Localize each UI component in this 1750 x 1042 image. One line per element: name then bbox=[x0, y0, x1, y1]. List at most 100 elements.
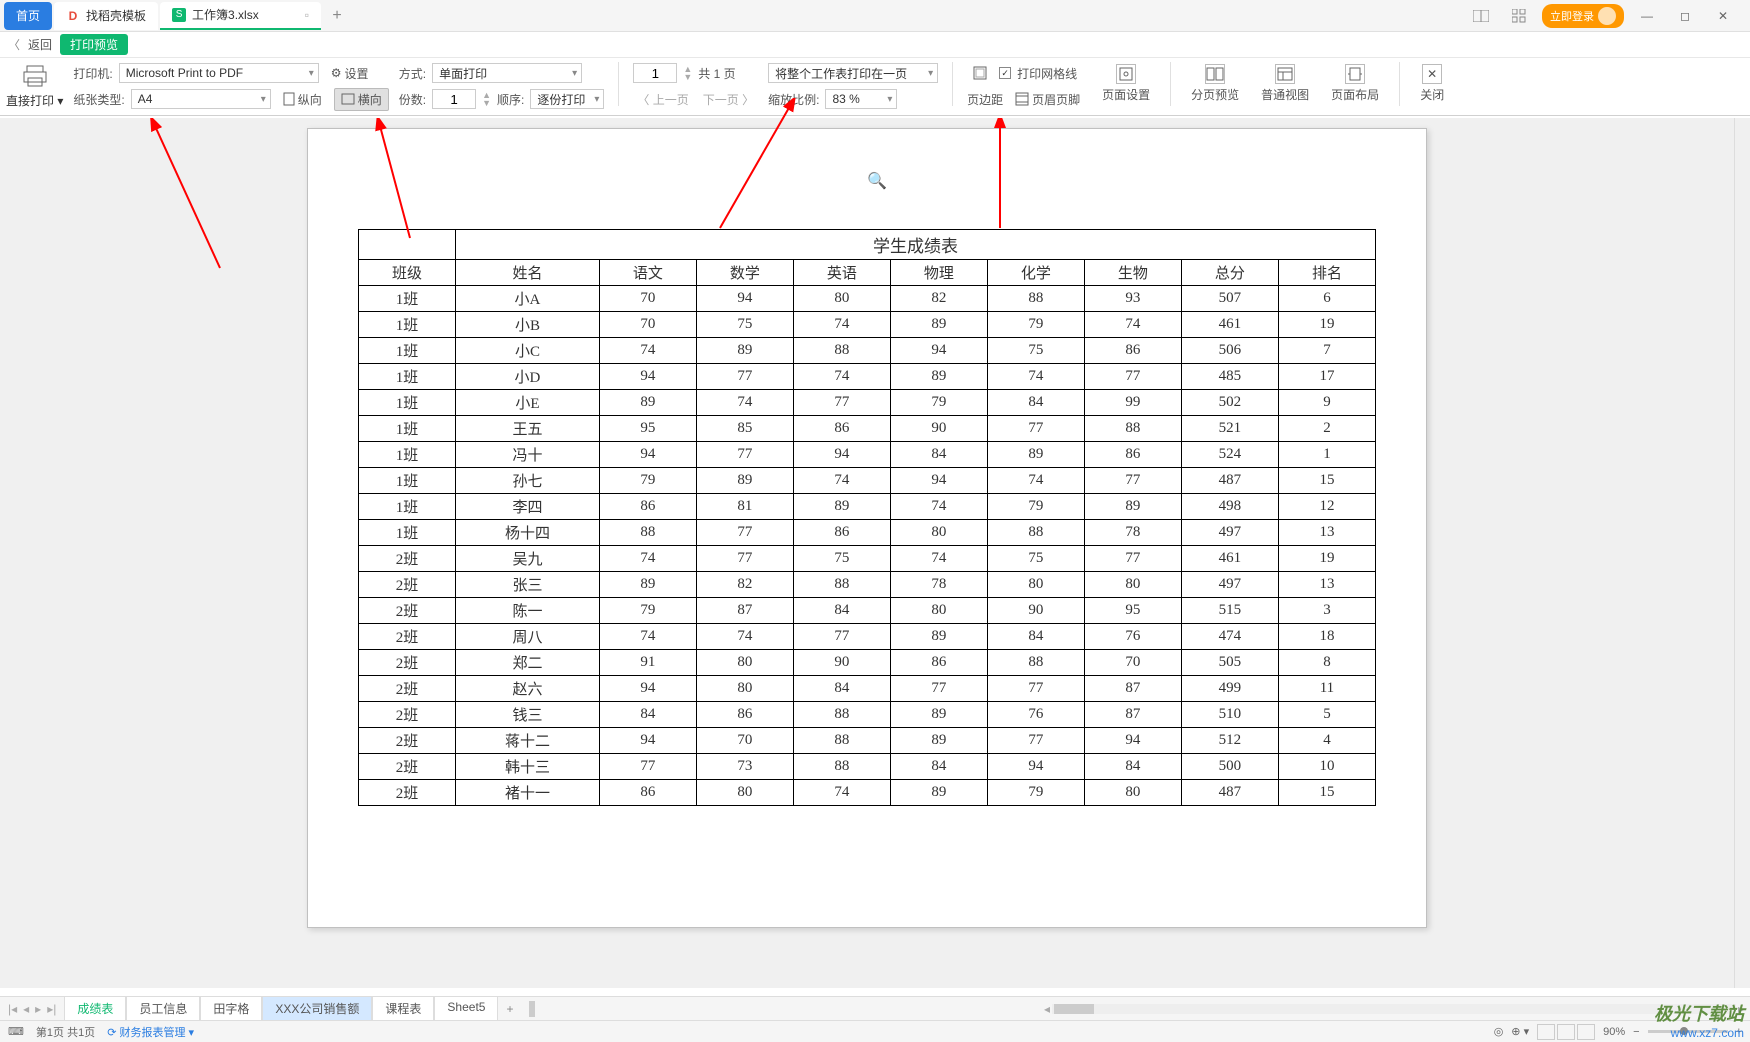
magnifier-icon[interactable]: 🔍 bbox=[867, 171, 887, 191]
table-cell: 77 bbox=[696, 364, 793, 390]
zoom-out-button[interactable]: − bbox=[1633, 1026, 1639, 1038]
zoom-label: 90% bbox=[1603, 1026, 1625, 1038]
page-layout-button[interactable]: 页面布局 bbox=[1325, 62, 1385, 105]
scale-mode-select[interactable]: 将整个工作表打印在一页 bbox=[768, 63, 938, 83]
table-cell: 82 bbox=[696, 572, 793, 598]
table-cell: 88 bbox=[793, 572, 890, 598]
sheet-tab[interactable]: 田字格 bbox=[200, 996, 262, 1022]
table-cell: 70 bbox=[1084, 650, 1181, 676]
table-cell: 89 bbox=[696, 338, 793, 364]
back-chevron-icon[interactable]: 〈 bbox=[8, 36, 20, 53]
table-cell: 郑二 bbox=[456, 650, 600, 676]
table-cell: 515 bbox=[1181, 598, 1278, 624]
sheet-scroll-handle[interactable] bbox=[529, 1001, 535, 1017]
table-cell: 75 bbox=[987, 546, 1084, 572]
table-cell: 84 bbox=[890, 442, 987, 468]
table-cell: 73 bbox=[696, 754, 793, 780]
table-cell: 小B bbox=[456, 312, 600, 338]
status-edit-icon[interactable]: ⌨ bbox=[8, 1025, 24, 1038]
table-cell: 79 bbox=[599, 598, 696, 624]
sheet-tab[interactable]: 课程表 bbox=[372, 996, 434, 1022]
scale-select[interactable]: 83 % bbox=[825, 89, 897, 109]
copies-input[interactable] bbox=[432, 89, 476, 109]
close-button[interactable]: ✕ bbox=[1708, 4, 1738, 28]
order-select[interactable]: 逐份打印 bbox=[530, 89, 604, 109]
direct-print-button[interactable]: 直接打印 ▾ bbox=[6, 62, 63, 109]
maximize-button[interactable]: ◻ bbox=[1670, 4, 1700, 28]
sheet-tab[interactable]: Sheet5 bbox=[434, 996, 498, 1022]
sheet-add-button[interactable]: + bbox=[498, 1002, 521, 1016]
table-row: 2班蒋十二9470888977945124 bbox=[359, 728, 1376, 754]
margins-button[interactable] bbox=[967, 64, 993, 82]
table-cell: 87 bbox=[1084, 702, 1181, 728]
landscape-button[interactable]: 横向 bbox=[334, 88, 389, 111]
table-cell: 6 bbox=[1278, 286, 1375, 312]
page-spinner-icon[interactable]: ▲▼ bbox=[683, 65, 692, 81]
table-cell: 89 bbox=[1084, 494, 1181, 520]
status-link[interactable]: ⟳ 财务报表管理 ▾ bbox=[107, 1024, 194, 1040]
normal-view-button[interactable]: 普通视图 bbox=[1255, 62, 1315, 105]
mode-select[interactable]: 单面打印 bbox=[432, 63, 582, 83]
table-cell: 18 bbox=[1278, 624, 1375, 650]
layout-icon[interactable] bbox=[1466, 4, 1496, 28]
page-break-button[interactable]: 分页预览 bbox=[1185, 62, 1245, 105]
view-break-icon[interactable] bbox=[1577, 1024, 1595, 1040]
sheet-prev-button[interactable]: ◂ bbox=[21, 1002, 31, 1016]
table-cell: 80 bbox=[890, 598, 987, 624]
view-layout-icon[interactable] bbox=[1557, 1024, 1575, 1040]
zoom-in-button[interactable]: + bbox=[1736, 1026, 1742, 1038]
sheet-tab[interactable]: 成绩表 bbox=[64, 996, 126, 1022]
sheet-tab[interactable]: XXX公司销售额 bbox=[262, 996, 372, 1022]
zoom-slider[interactable] bbox=[1648, 1030, 1728, 1033]
table-cell: 9 bbox=[1278, 390, 1375, 416]
page-setup-button[interactable]: 页面设置 bbox=[1096, 62, 1156, 105]
table-row: 1班小B70757489797446119 bbox=[359, 312, 1376, 338]
portrait-button[interactable]: 纵向 bbox=[277, 89, 328, 110]
tab-menu-icon[interactable]: ▫ bbox=[305, 8, 309, 22]
view-normal-icon[interactable] bbox=[1537, 1024, 1555, 1040]
login-button[interactable]: 立即登录 bbox=[1542, 4, 1624, 28]
close-preview-button[interactable]: ✕ 关闭 bbox=[1414, 62, 1450, 105]
table-cell: 小A bbox=[456, 286, 600, 312]
back-link[interactable]: 返回 bbox=[28, 36, 52, 53]
settings-button[interactable]: ⚙ 设置 bbox=[325, 63, 375, 84]
sheet-last-button[interactable]: ▸| bbox=[45, 1002, 58, 1016]
toolbar: 直接打印 ▾ 打印机: Microsoft Print to PDF ⚙ 设置 … bbox=[0, 58, 1750, 116]
table-row: 2班郑二9180908688705058 bbox=[359, 650, 1376, 676]
minimize-button[interactable]: — bbox=[1632, 4, 1662, 28]
table-cell: 497 bbox=[1181, 520, 1278, 546]
page-input[interactable] bbox=[633, 63, 677, 83]
header-footer-button[interactable]: 页眉页脚 bbox=[1009, 89, 1086, 110]
table-cell: 78 bbox=[1084, 520, 1181, 546]
table-row: 2班张三89828878808049713 bbox=[359, 572, 1376, 598]
table-cell: 76 bbox=[1084, 624, 1181, 650]
sheet-first-button[interactable]: |◂ bbox=[6, 1002, 19, 1016]
status-lightbulb-icon[interactable]: ◎ bbox=[1494, 1025, 1504, 1038]
table-cell: 74 bbox=[793, 468, 890, 494]
table-cell: 77 bbox=[987, 416, 1084, 442]
tab-template[interactable]: D 找稻壳模板 bbox=[54, 2, 158, 30]
prev-page-button[interactable]: 〈 上一页 bbox=[633, 91, 692, 108]
vertical-scrollbar[interactable] bbox=[1734, 118, 1750, 988]
printer-select[interactable]: Microsoft Print to PDF bbox=[119, 63, 319, 83]
tab-home[interactable]: 首页 bbox=[4, 2, 52, 30]
page-setup-icon bbox=[1116, 64, 1136, 84]
sheet-tab[interactable]: 员工信息 bbox=[126, 996, 200, 1022]
table-cell: 1班 bbox=[359, 442, 456, 468]
margins-label[interactable]: 页边距 bbox=[967, 91, 1003, 108]
grid-icon[interactable] bbox=[1504, 4, 1534, 28]
next-page-button[interactable]: 下一页 〉 bbox=[699, 91, 758, 108]
paper-select[interactable]: A4 bbox=[131, 89, 271, 109]
status-bar: ⌨ 第1页 共1页 ⟳ 财务报表管理 ▾ ◎ ⊕ ▾ 90% − + bbox=[0, 1020, 1750, 1042]
tab-workbook[interactable]: S 工作簿3.xlsx ▫ bbox=[160, 2, 321, 30]
gridlines-checkbox[interactable]: ✓ bbox=[999, 67, 1011, 79]
table-cell: 10 bbox=[1278, 754, 1375, 780]
table-cell: 70 bbox=[599, 286, 696, 312]
table-cell: 88 bbox=[599, 520, 696, 546]
horizontal-scrollbar[interactable]: ◂▸ bbox=[1044, 1003, 1744, 1015]
tab-add-button[interactable]: + bbox=[323, 7, 351, 25]
table-cell: 77 bbox=[793, 390, 890, 416]
copies-spinner-icon[interactable]: ▲▼ bbox=[482, 91, 491, 107]
sheet-next-button[interactable]: ▸ bbox=[33, 1002, 43, 1016]
status-ch-icon[interactable]: ⊕ ▾ bbox=[1511, 1025, 1529, 1038]
